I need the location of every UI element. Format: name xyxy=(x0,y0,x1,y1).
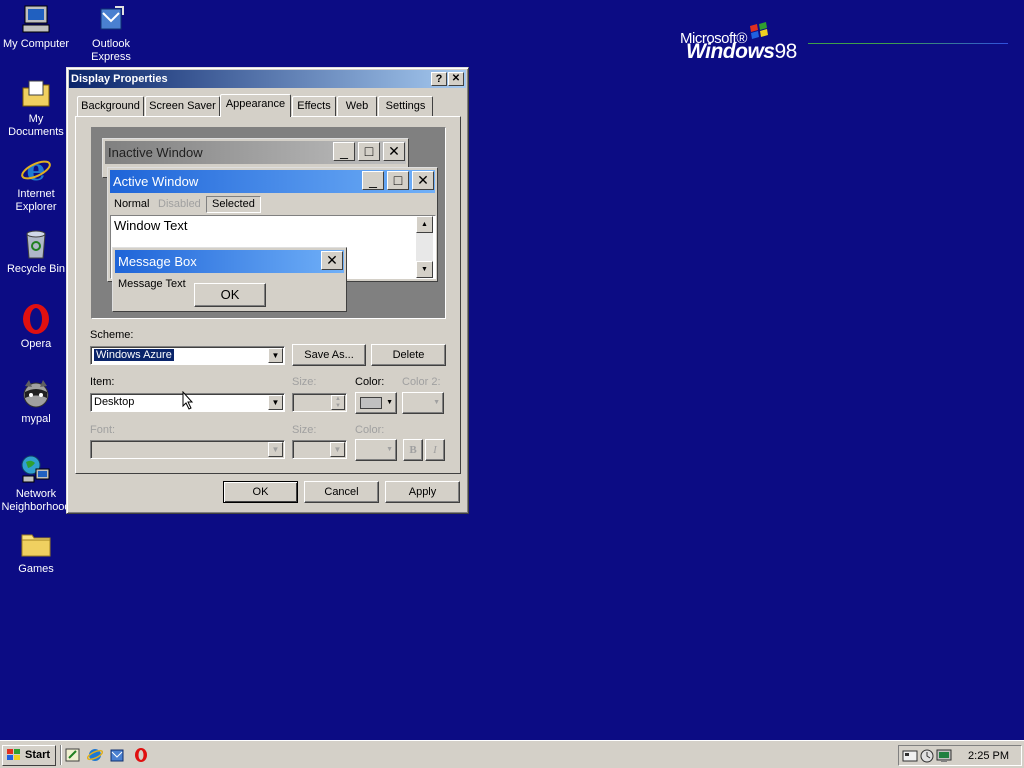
desktop-icon-label: My Documents xyxy=(8,113,64,138)
tab-screen-saver[interactable]: Screen Saver xyxy=(145,96,220,116)
desktop-icon-network-neighborhood[interactable]: Network Neighborhood xyxy=(0,453,72,514)
desktop-icon-label: My Computer xyxy=(2,38,70,50)
taskbar: Start 2:25 PM xyxy=(0,740,1024,768)
tab-appearance[interactable]: Appearance xyxy=(220,94,291,117)
quick-launch-separator xyxy=(60,745,62,765)
desktop-icon-label: Internet Explorer xyxy=(15,188,57,213)
start-label: Start xyxy=(25,749,51,761)
network-neighborhood-icon xyxy=(21,455,50,483)
my-documents-icon xyxy=(22,80,50,107)
desktop-icon-internet-explorer[interactable]: e Internet Explorer xyxy=(0,153,72,214)
preview-menu-selected: Selected xyxy=(206,196,261,213)
clock[interactable]: 2:25 PM xyxy=(968,750,1009,762)
windows-flag-icon xyxy=(7,749,20,760)
scheduler-icon[interactable] xyxy=(919,748,935,764)
desktop-icon-my-computer[interactable]: My Computer xyxy=(0,3,72,51)
desktop-icon-opera[interactable]: Opera xyxy=(0,303,72,351)
desktop-icon-label: Recycle Bin xyxy=(6,263,66,275)
mouse-cursor-icon xyxy=(182,391,194,410)
preview-menu-bar: Normal Disabled Selected xyxy=(110,195,430,213)
preview-window-text: Window Text xyxy=(114,218,188,233)
opera-icon xyxy=(23,304,49,334)
system-tray: 2:25 PM xyxy=(898,745,1022,766)
show-desktop-icon[interactable] xyxy=(65,747,81,763)
display-icon[interactable] xyxy=(936,748,952,764)
desktop-icon-label: Games xyxy=(18,563,54,575)
cancel-button[interactable]: Cancel xyxy=(304,481,379,503)
opera-icon[interactable] xyxy=(133,747,149,763)
preview-message-text: Message Text xyxy=(118,278,186,290)
folder-icon xyxy=(21,534,51,557)
windows-flag-icon xyxy=(750,22,768,39)
preview-message-title: Message Box xyxy=(118,254,197,269)
preview-menu-normal: Normal xyxy=(114,198,150,210)
desktop-icon-outlook-express[interactable]: Outlook Express xyxy=(75,3,147,64)
desktop-icon-label: mypal xyxy=(21,413,51,425)
my-computer-icon xyxy=(22,5,50,33)
preview-scrollbar: ▲ ▼ xyxy=(416,216,433,278)
start-button[interactable]: Start xyxy=(2,745,56,766)
close-button[interactable]: ✕ xyxy=(448,72,464,86)
windows98-logo: Microsoft® Windows98 xyxy=(680,20,1020,70)
desktop-icon-recycle-bin[interactable]: Recycle Bin xyxy=(0,228,72,276)
logo-windows-text: Windows98 xyxy=(686,40,797,64)
desktop-icon-label: Network Neighborhood xyxy=(1,488,71,513)
maximize-icon: □ xyxy=(358,142,380,161)
preview-inactive-title: Inactive Window xyxy=(108,145,203,160)
preview-message-titlebar: Message Box xyxy=(115,250,344,273)
maximize-icon: □ xyxy=(387,171,409,190)
desktop-icon-label: Opera xyxy=(20,338,52,350)
desktop-icon-mypal[interactable]: mypal xyxy=(0,378,72,426)
recycle-bin-icon xyxy=(26,230,46,259)
desktop-icon-my-documents[interactable]: My Documents xyxy=(0,78,72,139)
minimize-icon: _ xyxy=(333,142,355,161)
desktop-icon-games[interactable]: Games xyxy=(0,528,72,576)
internet-explorer-icon: e xyxy=(21,153,51,185)
desktop-icon-label: Outlook Express xyxy=(91,38,131,63)
close-icon: ✕ xyxy=(412,171,434,190)
mypal-icon xyxy=(23,380,49,408)
logo-underline xyxy=(808,43,1008,44)
tab-effects[interactable]: Effects xyxy=(292,96,336,116)
internet-explorer-icon[interactable] xyxy=(87,747,103,763)
preview-active-title: Active Window xyxy=(113,174,199,189)
preview-menu-disabled: Disabled xyxy=(158,198,201,210)
close-icon: ✕ xyxy=(321,251,343,270)
preview-ok-button: OK xyxy=(194,283,266,307)
outlook-express-icon[interactable] xyxy=(109,747,125,763)
dialog-titlebar[interactable]: Display Properties ? ✕ xyxy=(69,70,466,88)
minimize-icon: _ xyxy=(362,171,384,190)
tab-background[interactable]: Background xyxy=(77,96,144,116)
dialog-title: Display Properties xyxy=(71,73,168,85)
apply-button[interactable]: Apply xyxy=(385,481,460,503)
scroll-up-icon: ▲ xyxy=(416,216,433,233)
svg-text:e: e xyxy=(26,153,45,185)
keyboard-layout-icon[interactable] xyxy=(902,748,918,764)
tab-settings[interactable]: Settings xyxy=(378,96,433,116)
help-button[interactable]: ? xyxy=(431,72,447,86)
ok-button[interactable]: OK xyxy=(223,481,298,503)
tab-web[interactable]: Web xyxy=(337,96,377,116)
scroll-down-icon: ▼ xyxy=(416,261,433,278)
preview-message-box[interactable]: Message Box ✕ Message Text OK xyxy=(112,247,347,312)
close-icon: ✕ xyxy=(383,142,405,161)
logo-version: 98 xyxy=(774,40,797,63)
outlook-express-icon xyxy=(100,6,124,30)
logo-windows-word: Windows xyxy=(686,40,775,63)
